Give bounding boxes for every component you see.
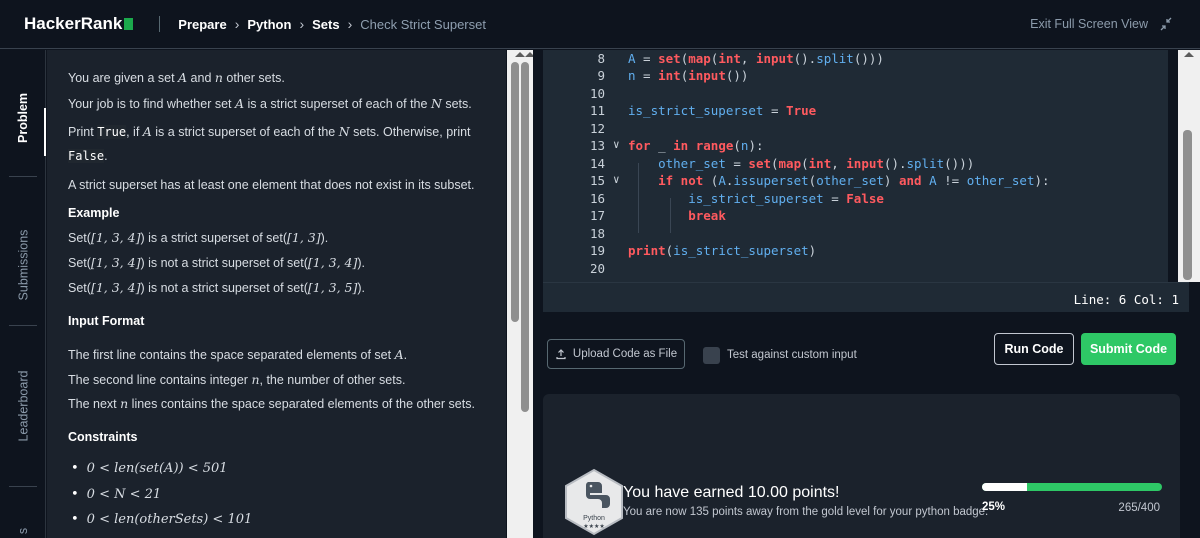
input-line-3: The next n lines contains the space sepa… [68,396,475,411]
submit-code-button[interactable]: Submit Code [1081,333,1176,365]
points-away-text: You are now 135 points away from the gol… [623,506,989,518]
problem-scroll-thumb-outer[interactable] [521,62,529,412]
code-line-8: 8A = set(map(int, input().split())) [597,51,884,66]
tab-divider [9,325,37,326]
badge-name: Python [583,515,605,522]
code-line-19: 19 print(is_strict_superset) [589,243,817,258]
code-line-15: 15 ∨ if not (A.issuperset(other_set) and … [589,173,1050,188]
example-heading: Example [68,206,120,220]
example-line-3: Set([1, 3, 4]) is not a strict superset … [68,280,366,295]
problem-definition: A strict superset has at least one eleme… [68,178,475,192]
side-tabs: Problem Submissions Leaderboard s [0,50,46,538]
code-line-10: 10 [589,86,605,101]
breadcrumb-sets[interactable]: Sets [312,17,339,32]
breadcrumb-current: Check Strict Superset [360,16,486,32]
code-line-20: 20 [589,261,605,276]
example-line-1: Set([1, 3, 4]) is a strict superset of s… [68,230,329,245]
hackerrank-logo[interactable]: HackerRank [24,14,134,34]
progress-fill [982,483,1027,491]
python-badge-icon: Python ★★★★ [565,468,623,536]
code-editor[interactable]: 8A = set(map(int, input().split())) 9n =… [543,50,1168,282]
tab-discussions[interactable]: s [0,524,46,538]
chevron-right-icon: › [347,16,353,32]
badge-stars: ★★★★ [583,523,605,530]
header-divider [159,16,161,32]
badge-progress-bar [982,483,1162,491]
points-banner: Python ★★★★ You have earned 10.00 points… [543,394,1180,538]
code-line-14: 14 other_set = set(map(int, input().spli… [589,156,975,171]
breadcrumb-prepare[interactable]: Prepare [178,17,226,32]
custom-input-label[interactable]: Test against custom input [727,349,857,361]
code-line-9: 9n = int(input()) [597,68,749,83]
editor-panel: 8A = set(map(int, input().split())) 9n =… [533,50,1200,538]
chevron-right-icon: › [234,16,240,32]
tab-problem[interactable]: Problem [0,88,46,148]
custom-input-checkbox[interactable] [703,347,720,364]
input-line-1: The first line contains the space separa… [68,347,408,362]
tab-leaderboard[interactable]: Leaderboard [0,356,46,456]
code-line-18: 18 [589,226,605,241]
cursor-position: Line: 6 Col: 1 [1073,292,1179,307]
logo-mark-icon [124,18,134,30]
problem-output-false: False. [68,149,108,163]
problem-statement: You are given a set A and n other sets. … [47,50,506,538]
top-header: HackerRank Prepare › Python › Sets › Che… [0,0,1200,49]
active-tab-indicator [44,108,46,156]
upload-icon [556,349,566,360]
exit-fullscreen-link[interactable]: Exit Full Screen View [1030,17,1148,31]
example-line-2: Set([1, 3, 4]) is not a strict superset … [68,255,366,270]
exit-fullscreen-icon[interactable] [1156,14,1176,34]
problem-task: Your job is to find whether set A is a s… [68,96,472,111]
code-line-12: 12 [589,121,605,136]
constraint-2: 0 < N < 21 [71,487,162,502]
breadcrumb: Prepare › Python › Sets › Check Strict S… [178,16,486,32]
upload-code-button[interactable]: Upload Code as File [547,339,685,369]
run-code-button[interactable]: Run Code [994,333,1074,365]
editor-status-bar: Line: 6 Col: 1 [543,282,1189,312]
code-line-16: 16 is_strict_superset = False [589,191,884,206]
code-line-17: 17 break [589,208,726,223]
scroll-up-icon[interactable] [1181,50,1197,60]
tab-submissions[interactable]: Submissions [0,210,46,320]
constraint-3: 0 < len(otherSets) < 101 [71,512,253,527]
constraint-1: 0 < len(set(A)) < 501 [71,461,228,476]
code-line-11: 11 is_strict_superset = True [589,103,817,118]
logo-text: HackerRank [24,14,123,33]
editor-scroll-thumb[interactable] [1183,130,1192,280]
problem-output-desc: Print True, if A is a strict superset of… [68,124,471,139]
input-format-heading: Input Format [68,314,145,328]
problem-intro: You are given a set A and n other sets. [68,70,285,85]
tab-divider [9,176,37,177]
constraints-heading: Constraints [68,430,138,444]
progress-percent: 25% [982,501,1006,513]
code-line-13: 13 ∨ for _ in range(n): [589,138,764,153]
chevron-right-icon: › [299,16,305,32]
progress-points: 265/400 [1118,502,1160,514]
problem-scroll-thumb[interactable] [511,62,519,322]
tab-divider [9,486,37,487]
input-line-2: The second line contains integer n, the … [68,372,406,387]
breadcrumb-python[interactable]: Python [247,17,291,32]
points-earned-text: You have earned 10.00 points! [623,484,840,501]
